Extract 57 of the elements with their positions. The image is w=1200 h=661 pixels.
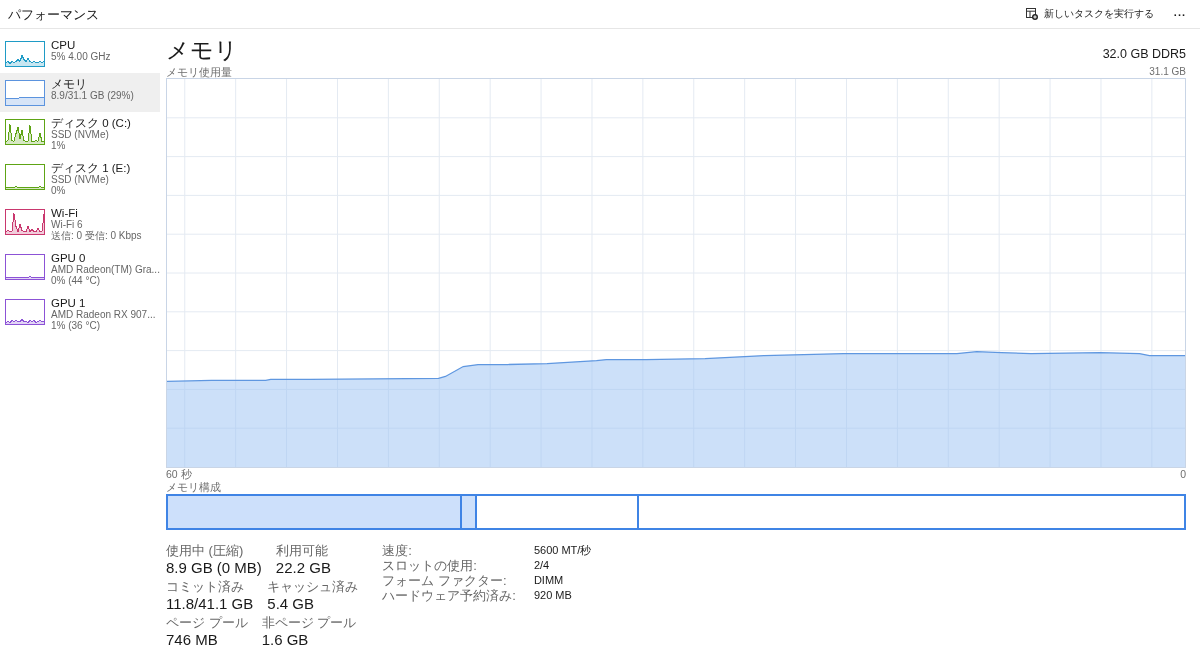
stat-label: 使用中 (圧縮) [166,543,244,558]
device-name: CPU [51,39,76,52]
sidebar-item[interactable]: CPU 5% 4.00 GHz [0,34,160,73]
detail-label: フォーム ファクター: [382,573,507,588]
device-detail: 0% (44 °C) [51,275,100,286]
device-detail: 0% [51,185,66,196]
device-detail: SSD (NVMe) [51,130,109,141]
sidebar-item[interactable]: GPU 0 AMD Radeon(TM) Gra... 0% (44 °C) [0,247,160,292]
detail-value: DIMM [533,573,564,588]
stat-value: 1.6 GB [261,630,309,649]
detail-label: ハードウェア予約済み: [382,588,516,603]
device-name: メモリ [51,78,87,91]
device-detail: 1% [51,140,66,151]
memory-capacity: 32.0 GB DDR5 [1102,47,1186,62]
device-detail: 5% 4.00 GHz [51,52,111,63]
stat-value: 5.4 GB [267,594,314,613]
detail-label: 速度: [382,543,412,558]
device-name: GPU 1 [51,297,86,310]
device-detail: SSD (NVMe) [51,175,109,186]
device-name: Wi-Fi [51,207,78,220]
time-axis-start: 60 秒 [166,468,192,480]
stat-label: 非ページ プール [261,615,357,630]
stat-value: 11.8/41.1 GB [166,594,254,613]
device-detail: Wi-Fi 6 [51,220,83,231]
section-title: メモリ [166,37,238,64]
composition-label: メモリ構成 [166,481,221,494]
device-detail: AMD Radeon(TM) Gra... [51,265,160,276]
device-detail: 1% (36 °C) [51,320,100,331]
sidebar-item[interactable]: GPU 1 AMD Radeon RX 907... 1% (36 °C) [0,292,160,337]
more-button[interactable]: ... [1165,4,1194,24]
sidebar-item[interactable]: ディスク 1 (E:) SSD (NVMe) 0% [0,157,160,202]
device-name: ディスク 1 (E:) [51,162,131,175]
stat-label: コミット済み [166,579,244,594]
detail-value: 5600 MT/秒 [533,543,592,558]
page-title: パフォーマンス [8,6,99,22]
stat-value: 8.9 GB (0 MB) [166,558,262,577]
detail-label: スロットの使用: [382,558,477,573]
run-task-button[interactable]: 新しいタスクを実行する [1019,4,1160,24]
device-detail: AMD Radeon RX 907... [51,310,156,321]
sidebar-item[interactable]: Wi-Fi Wi-Fi 6 送信: 0 受信: 0 Kbps [0,202,160,247]
device-detail: 8.9/31.1 GB (29%) [51,91,134,102]
detail-value: 920 MB [533,588,572,603]
time-axis-end: 0 [1180,468,1186,480]
stat-label: ページ プール [166,615,248,630]
chart-max-label: 31.1 GB [1149,66,1186,78]
stat-label: キャッシュ済み [267,579,359,594]
chart-label: メモリ使用量 [166,66,232,78]
sidebar-item[interactable]: ディスク 0 (C:) SSD (NVMe) 1% [0,112,160,157]
stat-label: 利用可能 [275,543,328,558]
device-name: ディスク 0 (C:) [51,117,131,130]
window-plus-icon [1025,8,1038,20]
stat-value: 22.2 GB [275,558,331,577]
sidebar-item[interactable]: メモリ 8.9/31.1 GB (29%) [0,73,160,112]
detail-value: 2/4 [533,558,550,573]
stat-value: 746 MB [166,630,218,649]
device-detail: 送信: 0 受信: 0 Kbps [51,230,142,241]
device-name: GPU 0 [51,252,86,265]
